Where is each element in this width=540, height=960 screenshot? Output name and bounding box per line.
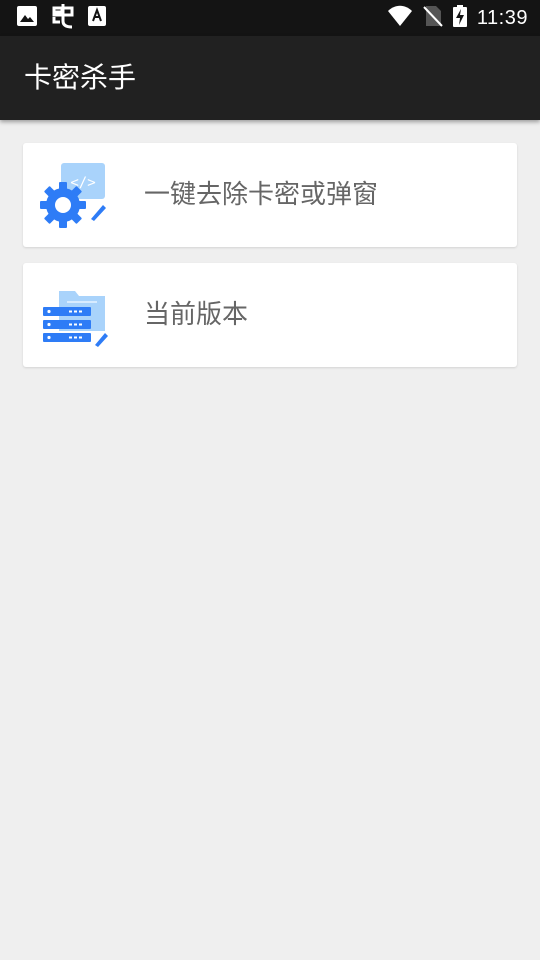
image-icon	[16, 5, 38, 31]
app-title: 卡密杀手	[24, 61, 137, 94]
bug-icon	[50, 3, 76, 33]
current-version-label: 当前版本	[144, 300, 249, 330]
current-version-item[interactable]: 当前版本	[23, 263, 517, 367]
code-settings-icon: </>	[39, 159, 111, 231]
battery-charging-icon	[452, 5, 467, 31]
status-bar-right: 11:39	[387, 5, 528, 31]
remove-card-popup-label: 一键去除卡密或弹窗	[144, 180, 379, 210]
server-folder-icon	[39, 279, 111, 351]
remove-card-popup-item[interactable]: </> 一键去除卡密或弹窗	[23, 143, 517, 247]
text-a-icon	[88, 6, 106, 30]
no-sim-icon	[423, 5, 443, 31]
status-bar: 11:39	[0, 0, 540, 36]
app-bar: 卡密杀手	[0, 36, 540, 120]
status-time: 11:39	[476, 6, 528, 29]
wifi-icon	[387, 5, 413, 31]
status-bar-left	[16, 3, 106, 33]
